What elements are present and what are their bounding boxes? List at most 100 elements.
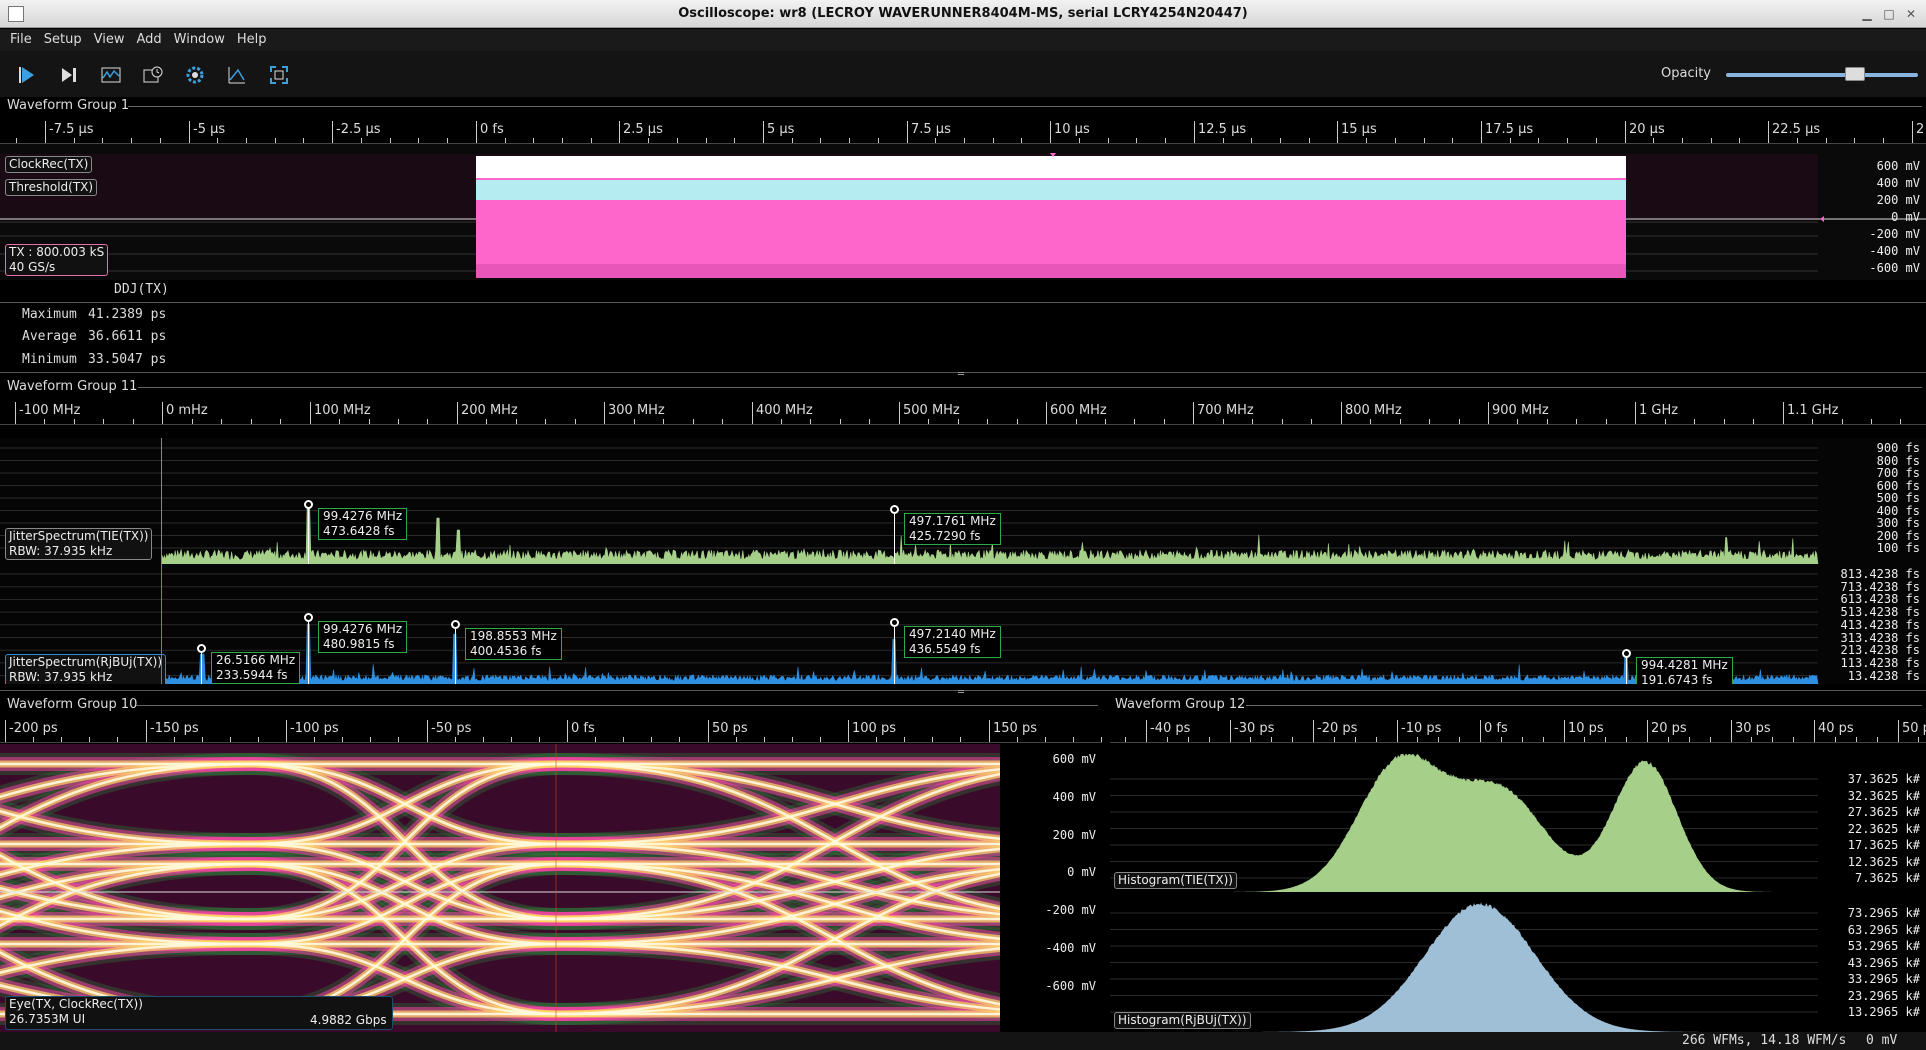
history-icon[interactable] [139, 61, 167, 89]
marker-handle[interactable] [890, 618, 899, 627]
ddj-avg-value: 36.6611 ps [88, 329, 167, 344]
frequency-marker[interactable]: 497.2140 MHz 436.5549 fs [904, 626, 1001, 658]
axis-minor-tick [1856, 737, 1857, 742]
frequency-marker[interactable]: 497.1761 MHz 425.7290 fs [904, 513, 1001, 545]
spectrum-scale[interactable]: 900 fs 800 fs 700 fs 600 fs 500 fs 400 fs 300 … [1820, 438, 1926, 564]
marker-frequency: 497.2140 MHz [909, 627, 996, 641]
axis-major-tick [619, 121, 620, 143]
axis-minor-tick [1105, 419, 1106, 424]
measure-icon[interactable] [223, 61, 251, 89]
clockrec-tag[interactable]: ClockRec(TX) [5, 156, 93, 173]
fullscreen-icon[interactable] [265, 61, 293, 89]
rj-spectrum-plot[interactable]: 813.4238 fs 713.4238 fs 613.4238 fs 513.423… [0, 564, 1926, 684]
axis-tick-label: -50 ps [431, 721, 472, 736]
menu-add[interactable]: Add [130, 29, 167, 47]
axis-minor-tick [533, 138, 534, 143]
frequency-marker[interactable]: 994.4281 MHz 191.6743 fs [1636, 657, 1733, 684]
single-icon[interactable] [55, 61, 83, 89]
axis-tick-label: 100 ps [852, 721, 896, 736]
axis-tick-label: -7.5 µs [49, 122, 94, 137]
tie-histogram-plot[interactable]: 37.3625 k# 32.3625 k# 27.3625 k# 22.3625 k#… [1110, 754, 1926, 892]
marker-handle[interactable] [304, 500, 313, 509]
axis-major-tick [989, 720, 990, 742]
axis-minor-tick [455, 737, 456, 742]
eye-diagram-plot[interactable]: 600 mV 400 mV 200 mV 0 mV -200 mV -400 mV -600… [0, 744, 1102, 1032]
axis-minor-tick [1223, 419, 1224, 424]
tie-spectrum-plot[interactable]: 900 fs 800 fs 700 fs 600 fs 500 fs 400 fs 300 … [0, 438, 1926, 564]
axis-minor-tick [1021, 138, 1022, 143]
toolbar: Opacity [0, 51, 1926, 99]
axis-minor-tick [1538, 138, 1539, 143]
opacity-slider-handle[interactable] [1845, 67, 1865, 81]
menu-window[interactable]: Window [168, 29, 231, 47]
axis-major-tick [1337, 121, 1338, 143]
axis-major-tick [1488, 402, 1489, 424]
axis-tick-label: 7.5 µs [911, 122, 951, 137]
axis-minor-tick [1452, 138, 1453, 143]
threshold-tag[interactable]: Threshold(TX) [5, 179, 98, 196]
opacity-slider[interactable] [1726, 73, 1918, 77]
axis-minor-tick [792, 737, 793, 742]
spectrum-scale[interactable]: 813.4238 fs 713.4238 fs 613.4238 fs 513.423… [1820, 564, 1926, 684]
axis-tick-label: 1 GHz [1639, 403, 1679, 418]
axis-major-tick [1625, 121, 1626, 143]
rj-histogram-plot[interactable]: 73.2965 k# 63.2965 k# 53.2965 k# 43.2965 k#… [1110, 894, 1926, 1032]
start-icon[interactable] [13, 61, 41, 89]
axis-minor-tick [1459, 419, 1460, 424]
scale-label: 73.2965 k# [1847, 906, 1920, 920]
axis-major-tick [1768, 121, 1769, 143]
menu-file[interactable]: File [4, 29, 38, 47]
axis-major-tick [1481, 121, 1482, 143]
marker-frequency: 26.5166 MHz [216, 653, 296, 667]
minimize-icon[interactable]: ▁ [1858, 5, 1876, 23]
axis-minor-tick [33, 737, 34, 742]
axis-major-tick [848, 720, 849, 742]
group1-plot[interactable]: ClockRec(TX) Threshold(TX) TX : 800.003 … [0, 144, 1926, 280]
group10-time-axis[interactable]: -200 ps -150 ps -100 ps -50 ps 0 fs 50 ps 100 … [0, 715, 1102, 743]
axis-minor-tick [1576, 419, 1577, 424]
close-icon[interactable]: ✕ [1902, 5, 1920, 23]
histogram-scale[interactable]: 37.3625 k# 32.3625 k# 27.3625 k# 22.3625 k#… [1818, 754, 1926, 892]
settings-icon[interactable] [181, 61, 209, 89]
frequency-marker[interactable]: 198.8553 MHz 400.4536 fs [465, 628, 562, 660]
marker-handle[interactable] [1622, 649, 1631, 658]
frequency-marker[interactable]: 99.4276 MHz 473.6428 fs [318, 508, 408, 540]
axis-minor-tick [651, 737, 652, 742]
menu-view[interactable]: View [88, 29, 131, 47]
scale-label: -200 mV [1869, 227, 1920, 241]
tie-spectrum-tag[interactable]: JitterSpectrum(TIE(TX)) RBW: 37.935 kHz [5, 528, 153, 560]
axis-minor-tick [447, 138, 448, 143]
scale-label: 63.2965 k# [1847, 922, 1920, 937]
axis-minor-tick [117, 737, 118, 742]
axis-minor-tick [1045, 737, 1046, 742]
marker-handle[interactable] [304, 613, 313, 622]
axis-minor-tick [935, 138, 936, 143]
axis-minor-tick [1165, 138, 1166, 143]
marker-handle[interactable] [197, 644, 206, 653]
group1-voltage-scale[interactable]: 600 mV 400 mV 200 mV 0 mV -200 mV -400 mV -600… [1820, 144, 1926, 280]
maximize-icon[interactable]: □ [1880, 5, 1898, 23]
axis-minor-tick [1724, 419, 1725, 424]
axis-minor-tick [648, 138, 649, 143]
marker-handle[interactable] [451, 620, 460, 629]
axis-minor-tick [1251, 138, 1252, 143]
eye-tag[interactable]: Eye(TX, ClockRec(TX)) 26.7353M UI 4.9882 G… [5, 996, 393, 1030]
frequency-marker[interactable]: 26.5166 MHz 233.5944 fs [211, 652, 301, 684]
rj-histogram-tag[interactable]: Histogram(RjBUj(TX)) [1114, 1012, 1251, 1029]
axis-minor-tick [734, 138, 735, 143]
tx-channel-tag[interactable]: TX : 800.003 kS 40 GS/s [5, 244, 109, 276]
group12-time-axis[interactable]: -40 ps -30 ps -20 ps -10 ps 0 fs 10 ps 20 ps 30… [1110, 715, 1926, 743]
group1-time-axis[interactable]: -7.5 µs -5 µs -2.5 µs 0 fs 2.5 µs 5 µs 7.5 µs 1… [0, 116, 1926, 144]
menu-setup[interactable]: Setup [38, 29, 88, 47]
axis-minor-tick [736, 737, 737, 742]
frequency-marker[interactable]: 99.4276 MHz 480.9815 fs [318, 621, 408, 653]
marker-handle[interactable] [890, 505, 899, 514]
waveform-icon[interactable] [97, 61, 125, 89]
group11-frequency-axis[interactable]: -100 MHz 0 mHz 100 MHz 200 MHz 300 MHz 400 MH… [0, 397, 1926, 425]
axis-tick-label: -10 ps [1401, 721, 1442, 736]
eye-voltage-scale[interactable]: 600 mV 400 mV 200 mV 0 mV -200 mV -400 mV -600… [1002, 744, 1102, 1032]
histogram-scale[interactable]: 73.2965 k# 63.2965 k# 53.2965 k# 43.2965 k#… [1818, 894, 1926, 1032]
rj-spectrum-tag[interactable]: JitterSpectrum(RjBUj(TX)) RBW: 37.935 kHz [5, 654, 167, 684]
tie-histogram-tag[interactable]: Histogram(TIE(TX)) [1114, 872, 1237, 889]
menu-help[interactable]: Help [231, 29, 273, 47]
